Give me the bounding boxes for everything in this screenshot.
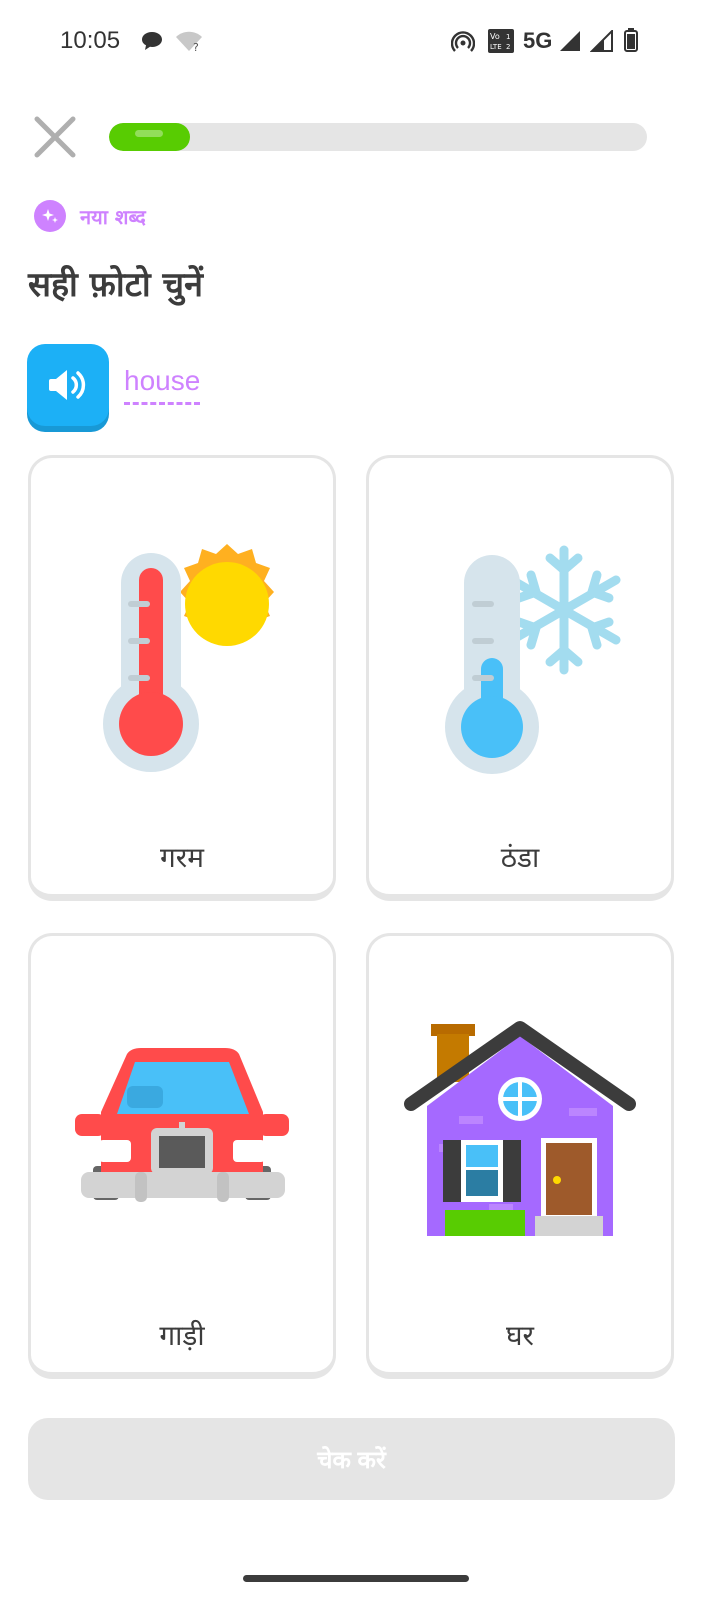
- option-card-house[interactable]: घर: [366, 933, 674, 1379]
- network-type: 5G: [523, 28, 553, 53]
- option-card-hot[interactable]: गरम: [28, 455, 336, 901]
- lesson-progress-bar: [109, 123, 647, 151]
- hotspot-icon: [451, 31, 475, 52]
- signal-icon: [560, 31, 580, 51]
- option-card-cold[interactable]: ठंडा: [366, 455, 674, 901]
- svg-text:2: 2: [506, 43, 510, 51]
- car-icon: [75, 1048, 289, 1202]
- option-card-car[interactable]: गाड़ी: [28, 933, 336, 1379]
- option-label: गाड़ी: [159, 1319, 205, 1352]
- status-bar: 10:05 ? Vo LTE 1 2 5G: [0, 0, 716, 84]
- home-indicator[interactable]: [243, 1575, 469, 1582]
- svg-text:LTE: LTE: [490, 43, 502, 51]
- close-button[interactable]: [30, 112, 80, 162]
- close-icon: [34, 116, 76, 158]
- new-word-icon: [34, 200, 66, 232]
- progress-shine: [135, 130, 163, 137]
- speaker-icon: [49, 370, 86, 400]
- option-label: गरम: [160, 841, 204, 874]
- new-word-label: नया शब्द: [80, 204, 146, 229]
- play-audio-button[interactable]: [27, 344, 109, 426]
- svg-text:1: 1: [506, 33, 510, 41]
- option-label: घर: [505, 1319, 534, 1352]
- page-title: सही फ़ोटो चुनें: [28, 265, 203, 305]
- new-word-badge: नया शब्द: [34, 199, 146, 233]
- progress-fill: [109, 123, 190, 151]
- svg-text:?: ?: [193, 41, 199, 52]
- check-button[interactable]: चेक करें: [28, 1418, 675, 1500]
- target-word-link[interactable]: house: [124, 364, 201, 405]
- hot-thermometer-sun-icon: [103, 544, 274, 772]
- signal-icon: [590, 30, 613, 52]
- svg-text:Vo: Vo: [490, 32, 500, 41]
- wifi-question-icon: ?: [176, 31, 202, 52]
- status-time: 10:05: [60, 27, 121, 54]
- volte-icon: Vo LTE 1 2: [488, 29, 514, 53]
- battery-icon: [624, 28, 638, 52]
- house-icon: [404, 1021, 636, 1236]
- option-label: ठंडा: [500, 841, 540, 874]
- message-icon: [142, 32, 162, 50]
- cold-thermometer-snowflake-icon: [445, 545, 621, 774]
